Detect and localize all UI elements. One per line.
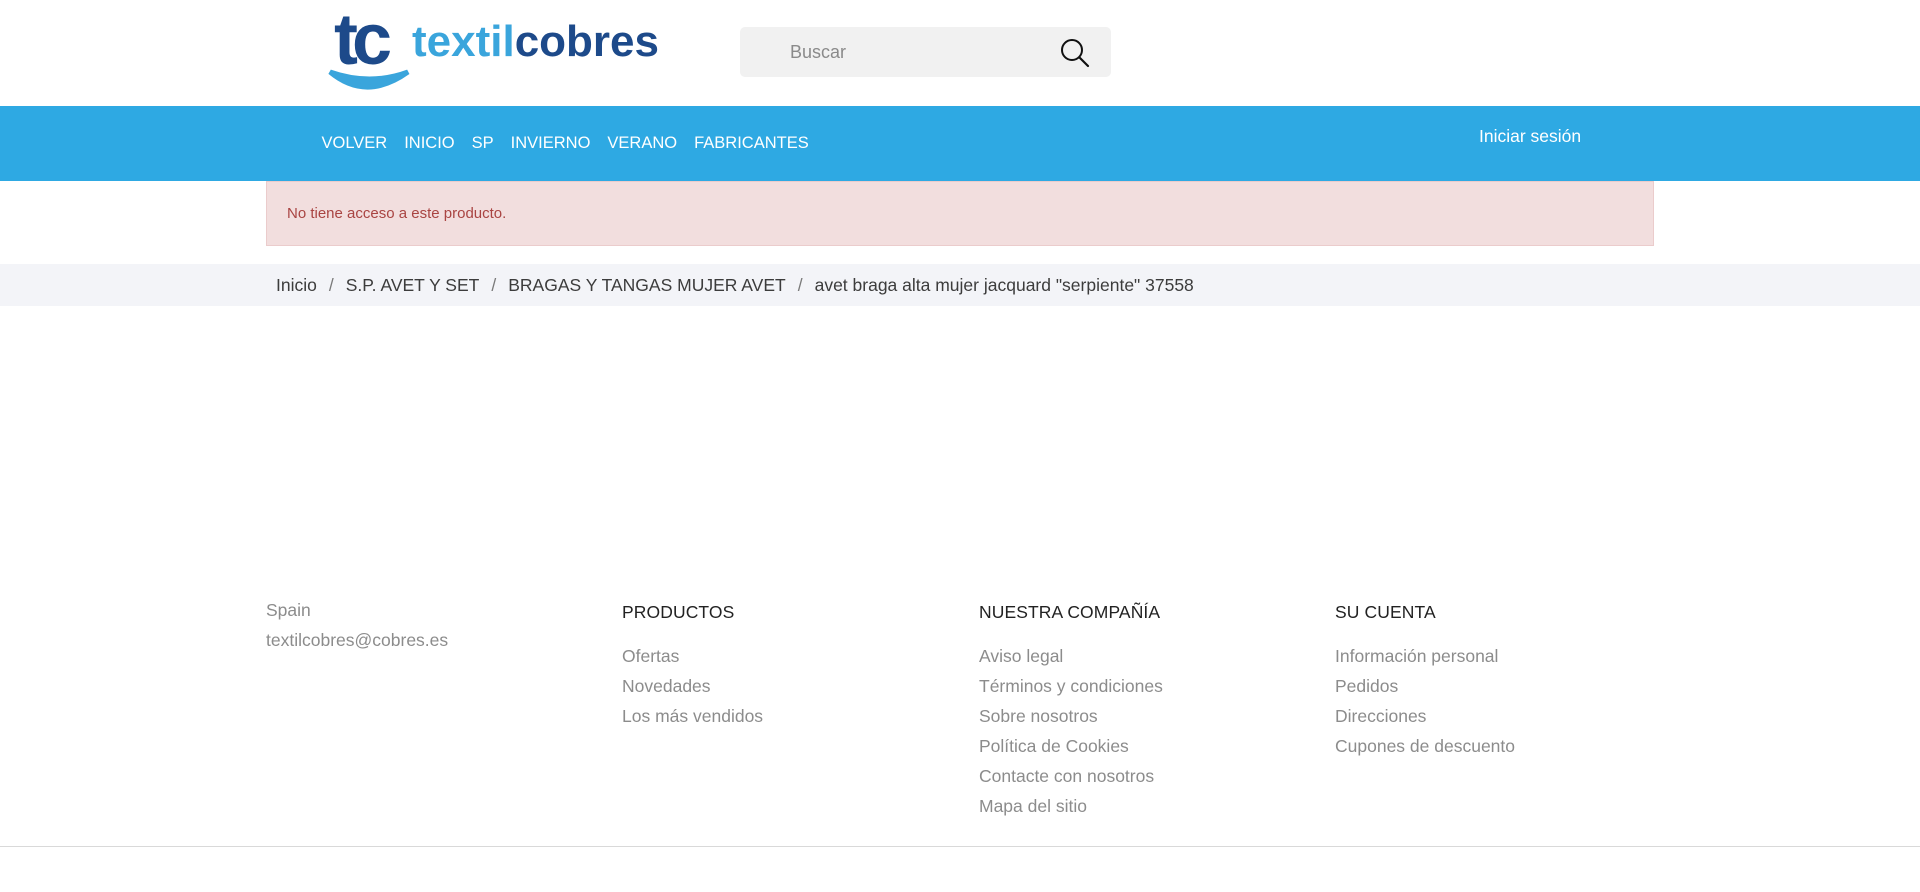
breadcrumb-bar: Inicio / S.P. AVET Y SET / BRAGAS Y TANG… [0,264,1920,306]
footer-email: textilcobres@cobres.es [266,630,449,650]
site-logo[interactable]: tc textilcobres [326,6,666,94]
footer-account-title: SU CUENTA [1335,602,1436,622]
search-box [740,27,1111,77]
alert-message: No tiene acceso a este producto. [287,205,507,222]
breadcrumb-separator: / [491,274,497,295]
logo-mark: tc [334,6,390,80]
footer-link-info-personal[interactable]: Información personal [1335,641,1515,671]
breadcrumb: Inicio / S.P. AVET Y SET / BRAGAS Y TANG… [276,264,1194,306]
footer: Spain textilcobres@cobres.es PRODUCTOS O… [0,595,1920,847]
breadcrumb-item-inicio[interactable]: Inicio [276,275,317,296]
footer-link-cookies[interactable]: Política de Cookies [979,731,1163,761]
main-navbar: VOLVER INICIO SP INVIERNO VERANO FABRICA… [0,106,1920,181]
alert-area: No tiene acceso a este producto. [0,181,1920,264]
footer-link-direcciones[interactable]: Direcciones [1335,701,1515,731]
search-icon [1061,39,1090,68]
breadcrumb-separator: / [797,274,803,295]
search-input[interactable] [740,27,1050,77]
access-denied-alert: No tiene acceso a este producto. [266,181,1654,246]
breadcrumb-separator: / [328,274,334,295]
breadcrumb-item-subcategory[interactable]: BRAGAS Y TANGAS MUJER AVET [508,275,786,296]
footer-divider [0,846,1920,847]
nav-item-volver[interactable]: VOLVER [313,133,396,153]
nav-item-invierno[interactable]: INVIERNO [502,133,599,153]
footer-account: SU CUENTA Información personal Pedidos D… [1335,595,1515,761]
footer-link-pedidos[interactable]: Pedidos [1335,671,1515,701]
footer-link-aviso-legal[interactable]: Aviso legal [979,641,1163,671]
footer-country: Spain [266,600,311,620]
footer-link-ofertas[interactable]: Ofertas [622,641,763,671]
footer-products: PRODUCTOS Ofertas Novedades Los más vend… [622,595,763,731]
logo-text-light: textil [412,17,515,66]
footer-link-mapa[interactable]: Mapa del sitio [979,791,1163,821]
breadcrumb-item-category[interactable]: S.P. AVET Y SET [346,275,480,296]
footer-products-title: PRODUCTOS [622,602,735,622]
footer-company: NUESTRA COMPAÑÍA Aviso legal Términos y … [979,595,1163,821]
footer-link-sobre-nosotros[interactable]: Sobre nosotros [979,701,1163,731]
nav-item-inicio[interactable]: INICIO [396,133,463,153]
breadcrumb-item-current: avet braga alta mujer jacquard "serpient… [814,274,1194,295]
svg-text:textilcobres: textilcobres [412,17,659,66]
nav-item-sp[interactable]: SP [463,133,502,153]
footer-link-novedades[interactable]: Novedades [622,671,763,701]
logo-text-dark: cobres [515,17,659,66]
nav-item-fabricantes[interactable]: FABRICANTES [686,133,818,153]
footer-link-contacto[interactable]: Contacte con nosotros [979,761,1163,791]
footer-company-title: NUESTRA COMPAÑÍA [979,602,1161,622]
footer-link-cupones[interactable]: Cupones de descuento [1335,731,1515,761]
login-link[interactable]: Iniciar sesión [1479,126,1581,147]
header-top: tc textilcobres [0,0,1920,106]
nav-item-verano[interactable]: VERANO [599,133,686,153]
footer-link-terminos[interactable]: Términos y condiciones [979,671,1163,701]
search-button[interactable] [1059,37,1091,69]
footer-contact: Spain textilcobres@cobres.es [266,595,448,655]
nav-menu: VOLVER INICIO SP INVIERNO VERANO FABRICA… [313,133,817,153]
footer-link-mas-vendidos[interactable]: Los más vendidos [622,701,763,731]
